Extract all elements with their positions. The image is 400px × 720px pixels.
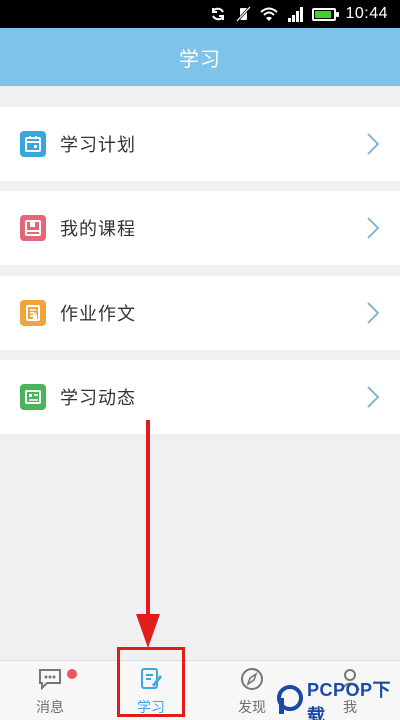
chevron-right-icon [366, 301, 380, 329]
header: 学习 [0, 28, 400, 86]
menu-item-study-plan[interactable]: 学习计划 [0, 107, 400, 181]
annotation-arrow [136, 420, 160, 648]
vibrate-off-icon [235, 5, 252, 23]
menu-item-label: 我的课程 [60, 219, 136, 240]
menu-item-label: 学习动态 [60, 388, 136, 409]
homework-icon [20, 300, 46, 326]
tab-label: 消息 [36, 700, 64, 716]
tab-label: 发现 [238, 700, 266, 716]
page-title: 学习 [179, 46, 221, 71]
watermark: PCPOP下载 [276, 680, 400, 720]
activity-board-icon [20, 384, 46, 410]
status-time: 10:44 [345, 5, 388, 22]
chevron-right-icon [366, 385, 380, 413]
menu-item-label: 学习计划 [60, 135, 136, 156]
status-bar: 10:44 [0, 0, 400, 28]
watermark-logo-icon [276, 685, 304, 719]
wifi-icon [260, 5, 279, 23]
tab-messages[interactable]: 消息 [10, 661, 90, 720]
menu-item-study-activity[interactable]: 学习动态 [0, 360, 400, 434]
sync-icon [210, 5, 226, 23]
signal-icon [287, 5, 304, 23]
compass-icon [239, 667, 265, 695]
annotation-highlight-box [117, 647, 185, 717]
course-book-icon [20, 215, 46, 241]
menu-item-homework[interactable]: 作业作文 [0, 276, 400, 350]
calendar-icon [20, 131, 46, 157]
menu-item-my-courses[interactable]: 我的课程 [0, 191, 400, 265]
watermark-text: PCPOP下载 [307, 680, 392, 720]
chevron-right-icon [366, 216, 380, 244]
chevron-right-icon [366, 132, 380, 160]
menu-item-label: 作业作文 [60, 304, 136, 325]
message-icon [37, 667, 63, 695]
notification-badge [67, 669, 77, 679]
battery-icon [312, 5, 340, 23]
